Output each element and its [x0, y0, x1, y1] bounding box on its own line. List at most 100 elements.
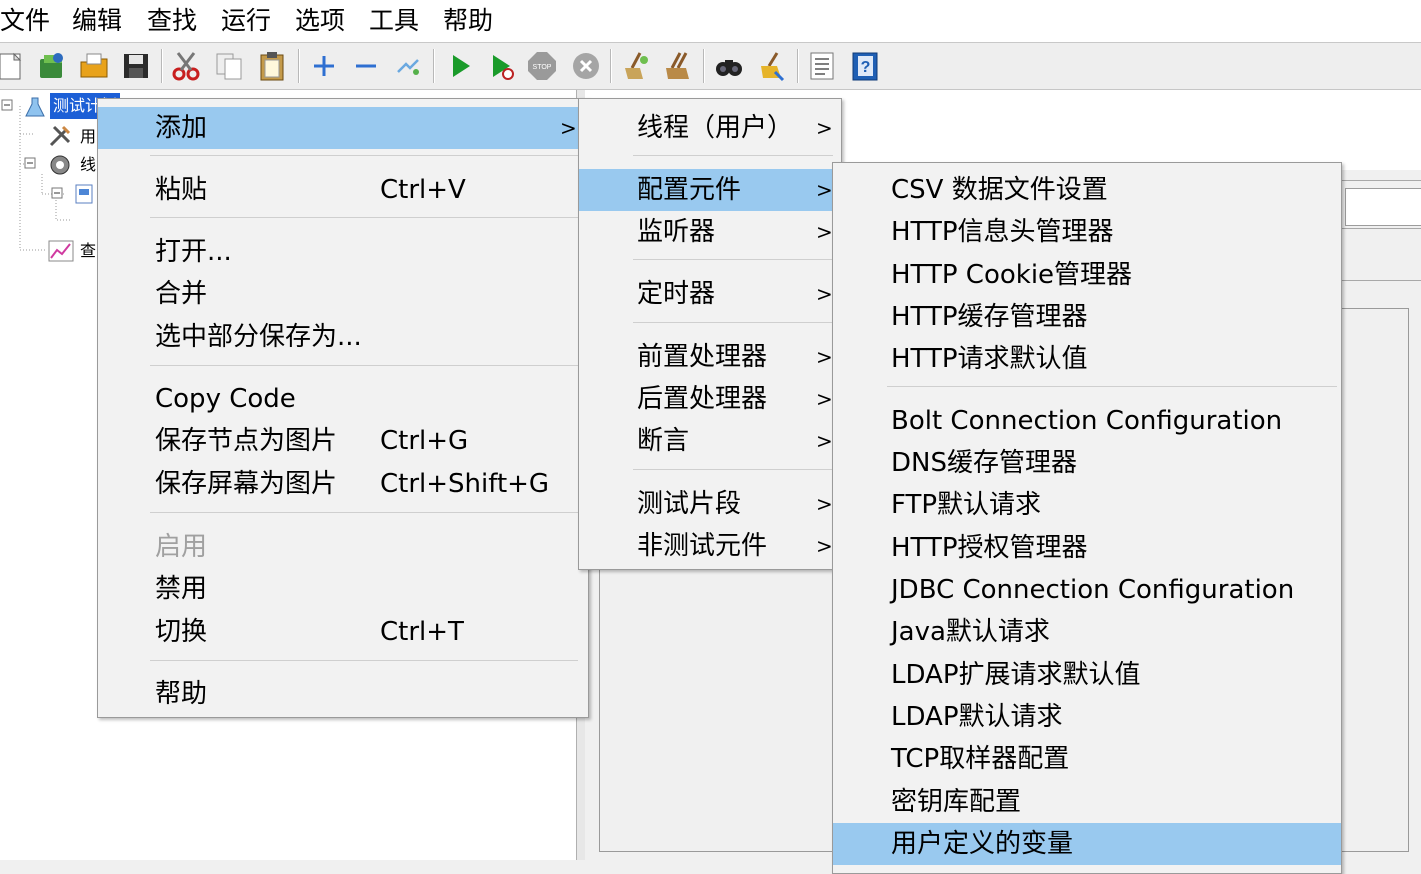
svg-text:STOP: STOP	[533, 64, 552, 71]
menu-item-threads[interactable]: 线程（用户） >	[579, 107, 841, 149]
menu-item-toggle[interactable]: 切换 Ctrl+T	[98, 611, 588, 653]
menu-item-ftp-request-defaults[interactable]: FTP默认请求	[833, 484, 1341, 526]
menu-item-label: CSV 数据文件设置	[891, 175, 1108, 205]
start-icon[interactable]	[444, 50, 476, 82]
submenu-arrow-icon: >	[816, 387, 833, 411]
menu-item-label: 合并	[155, 279, 208, 309]
menu-item-user-defined-variables[interactable]: 用户定义的变量	[833, 823, 1341, 865]
submenu-arrow-icon: >	[816, 282, 833, 306]
menu-item-label: 禁用	[155, 574, 208, 604]
menu-item-http-header-manager[interactable]: HTTP信息头管理器	[833, 211, 1341, 253]
menu-item-label: DNS缓存管理器	[891, 448, 1077, 478]
stop-icon[interactable]: STOP	[526, 50, 558, 82]
menu-edit[interactable]: 编辑	[72, 4, 122, 38]
menu-item-post-processor[interactable]: 后置处理器 >	[579, 378, 841, 420]
menu-run[interactable]: 运行	[221, 4, 271, 38]
menu-item-assertion[interactable]: 断言 >	[579, 420, 841, 462]
menu-item-ldap-request-defaults[interactable]: LDAP默认请求	[833, 696, 1341, 738]
shutdown-icon[interactable]	[570, 50, 602, 82]
submenu-arrow-icon: >	[816, 492, 833, 516]
tree-node-thread-group[interactable]: 线	[80, 152, 96, 178]
menu-item-save-node-image[interactable]: 保存节点为图片 Ctrl+G	[98, 420, 588, 462]
menu-item-label: 保存屏幕为图片	[155, 469, 338, 499]
menu-item-save-selection[interactable]: 选中部分保存为...	[98, 316, 588, 358]
svg-text:?: ?	[861, 59, 871, 76]
menu-item-label: 前置处理器	[637, 342, 768, 372]
search-icon[interactable]	[713, 50, 745, 82]
menu-item-label: Copy Code	[155, 384, 296, 414]
menu-item-http-request-defaults[interactable]: HTTP请求默认值	[833, 338, 1341, 380]
function-helper-icon[interactable]	[806, 50, 838, 82]
menu-item-paste[interactable]: 粘贴 Ctrl+V	[98, 169, 588, 211]
start-no-pause-icon[interactable]	[486, 50, 518, 82]
menu-item-non-test-elements[interactable]: 非测试元件 >	[579, 525, 841, 567]
editor-field[interactable]	[1345, 188, 1421, 226]
menu-item-keystore-config[interactable]: 密钥库配置	[833, 781, 1341, 823]
test-plan-icon	[24, 96, 46, 122]
new-icon[interactable]	[0, 50, 26, 82]
toolbar-separator	[161, 49, 163, 83]
menu-item-open[interactable]: 打开...	[98, 231, 588, 273]
toolbar-separator	[610, 49, 612, 83]
menu-item-config-element[interactable]: 配置元件 >	[579, 169, 841, 211]
menu-item-pre-processor[interactable]: 前置处理器 >	[579, 336, 841, 378]
open-icon[interactable]	[78, 50, 110, 82]
menu-item-help[interactable]: 帮助	[98, 673, 588, 715]
menu-item-jdbc-connection[interactable]: JDBC Connection Configuration	[833, 569, 1341, 611]
menu-bar: 文件 编辑 查找 运行 选项 工具 帮助	[0, 0, 1421, 43]
menu-tools[interactable]: 工具	[369, 4, 419, 38]
menu-item-label: 启用	[155, 532, 208, 562]
submenu-arrow-icon: >	[816, 220, 833, 244]
templates-icon[interactable]	[36, 50, 68, 82]
menu-help[interactable]: 帮助	[443, 4, 493, 38]
toggle-icon[interactable]	[392, 50, 424, 82]
menu-item-label: 密钥库配置	[891, 787, 1022, 817]
reset-search-icon[interactable]	[755, 50, 787, 82]
toolbar-separator	[703, 49, 705, 83]
menu-options[interactable]: 选项	[295, 4, 345, 38]
menu-item-java-request-defaults[interactable]: Java默认请求	[833, 611, 1341, 653]
save-icon[interactable]	[120, 50, 152, 82]
add-submenu: 线程（用户） > 配置元件 > 监听器 > 定时器 > 前置处理器 > 后置处理…	[578, 98, 842, 570]
menu-item-dns-cache-manager[interactable]: DNS缓存管理器	[833, 442, 1341, 484]
clear-all-icon[interactable]	[662, 50, 694, 82]
thread-group-icon	[48, 153, 72, 181]
menu-item-http-auth-manager[interactable]: HTTP授权管理器	[833, 527, 1341, 569]
menu-item-http-cookie-manager[interactable]: HTTP Cookie管理器	[833, 254, 1341, 296]
copy-icon[interactable]	[213, 50, 245, 82]
menu-item-label: 线程（用户）	[637, 113, 794, 143]
menu-file[interactable]: 文件	[0, 4, 50, 38]
menu-item-csv-data-set[interactable]: CSV 数据文件设置	[833, 169, 1341, 211]
menu-item-test-fragment[interactable]: 测试片段 >	[579, 483, 841, 525]
collapse-icon[interactable]	[350, 50, 382, 82]
menu-item-http-cache-manager[interactable]: HTTP缓存管理器	[833, 296, 1341, 338]
menu-item-ldap-extended-defaults[interactable]: LDAP扩展请求默认值	[833, 654, 1341, 696]
menu-item-tcp-sampler-config[interactable]: TCP取样器配置	[833, 738, 1341, 780]
menu-item-bolt-connection[interactable]: Bolt Connection Configuration	[833, 400, 1341, 442]
menu-item-label: 定时器	[637, 279, 716, 309]
menu-item-disable[interactable]: 禁用	[98, 568, 588, 610]
expand-icon[interactable]	[308, 50, 340, 82]
toolbar-separator	[797, 49, 799, 83]
menu-separator	[150, 365, 578, 366]
cut-icon[interactable]	[170, 50, 202, 82]
clear-icon[interactable]	[620, 50, 652, 82]
sampler-icon	[74, 183, 94, 209]
menu-item-save-screen-image[interactable]: 保存屏幕为图片 Ctrl+Shift+G	[98, 463, 588, 505]
menu-item-listener[interactable]: 监听器 >	[579, 211, 841, 253]
menu-item-copy-code[interactable]: Copy Code	[98, 378, 588, 420]
toolbar-separator	[298, 49, 300, 83]
config-element-submenu: CSV 数据文件设置 HTTP信息头管理器 HTTP Cookie管理器 HTT…	[832, 162, 1342, 874]
submenu-arrow-icon: >	[816, 178, 833, 202]
tree-node-user-variables[interactable]: 用	[80, 124, 96, 150]
listener-icon	[48, 240, 74, 266]
menu-item-timer[interactable]: 定时器 >	[579, 273, 841, 315]
help-icon[interactable]: ?	[849, 50, 881, 82]
tree-node-listener[interactable]: 查	[80, 238, 96, 264]
menu-item-label: LDAP默认请求	[891, 702, 1063, 732]
menu-item-merge[interactable]: 合并	[98, 273, 588, 315]
menu-item-label: 监听器	[637, 217, 716, 247]
menu-item-add[interactable]: 添加 >	[98, 107, 588, 149]
menu-search[interactable]: 查找	[147, 4, 197, 38]
paste-icon[interactable]	[256, 50, 288, 82]
